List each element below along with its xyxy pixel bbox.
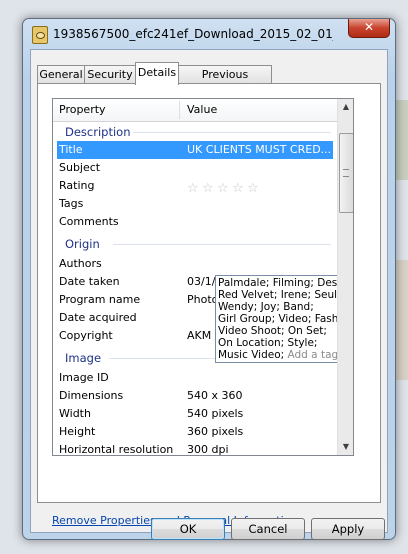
group-description: Description — [65, 125, 131, 139]
scroll-up-arrow-icon[interactable]: ▲ — [338, 99, 353, 115]
property-name: Rating — [59, 179, 95, 192]
property-row-image-id[interactable]: Image ID — [53, 369, 337, 387]
background-strip — [394, 260, 408, 380]
property-name: Date acquired — [59, 311, 137, 324]
property-name: Image ID — [59, 371, 109, 384]
property-name: Comments — [59, 215, 119, 228]
scrollbar-thumb[interactable] — [339, 133, 353, 213]
background-strip — [394, 100, 408, 180]
title-bar[interactable]: 1938567500_efc241ef_Download_2015_02_01_… — [23, 19, 395, 49]
property-row-rating[interactable]: Rating ☆ ☆ ☆ ☆ ☆ — [53, 177, 337, 195]
property-name: Height — [59, 425, 96, 438]
property-row-authors[interactable]: Authors — [53, 255, 337, 273]
property-row-dimensions[interactable]: Dimensions 540 x 360 — [53, 387, 337, 405]
star-icon[interactable]: ☆ — [217, 182, 230, 195]
ok-button[interactable]: OK — [151, 518, 225, 540]
column-header-property[interactable]: Property — [59, 103, 106, 116]
property-name: Title — [59, 143, 83, 156]
property-name: Dimensions — [59, 389, 124, 402]
star-icon[interactable]: ☆ — [187, 182, 200, 195]
tag-line: Palmdale; Filming; Desert; — [218, 277, 354, 289]
property-row-width[interactable]: Width 540 pixels — [53, 405, 337, 423]
scroll-down-arrow-icon[interactable]: ▼ — [338, 439, 353, 455]
add-tag-input[interactable]: Add a tag — [288, 349, 339, 361]
close-button[interactable]: ✕ — [348, 19, 390, 38]
property-row-horizontal-resolution[interactable]: Horizontal resolution 300 dpi — [53, 441, 337, 456]
property-row-height[interactable]: Height 360 pixels — [53, 423, 337, 441]
column-header-value[interactable]: Value — [187, 103, 217, 116]
column-divider[interactable] — [179, 101, 180, 119]
group-divider — [113, 244, 331, 245]
property-name: Authors — [59, 257, 102, 270]
property-name: Subject — [59, 161, 101, 174]
star-icon[interactable]: ☆ — [202, 182, 215, 195]
tab-security[interactable]: Security — [84, 65, 136, 84]
property-value: 300 dpi — [187, 443, 229, 456]
tags-editor[interactable]: Palmdale; Filming; Desert; Red Velvet; I… — [215, 275, 354, 363]
tag-line: Red Velvet; Irene; Seulgi; — [218, 289, 351, 301]
property-name: Date taken — [59, 275, 120, 288]
dialog-body: General Security Details Previous Versio… — [30, 49, 388, 540]
tag-line: Wendy; Joy; Band; — [218, 301, 314, 313]
tag-line: On Location; Style; — [218, 337, 318, 349]
property-name: Program name — [59, 293, 141, 306]
apply-button[interactable]: Apply — [311, 518, 385, 540]
tab-previous-versions[interactable]: Previous Versions — [178, 65, 272, 99]
tag-text: Music Video; — [218, 349, 285, 361]
vertical-scrollbar[interactable]: ▲ ▼ — [337, 99, 353, 455]
property-row-tags[interactable]: Tags — [53, 195, 337, 213]
photo-file-icon — [32, 26, 48, 44]
tag-line: Music Video; Add a tag — [218, 349, 353, 361]
cancel-button[interactable]: Cancel — [231, 518, 305, 540]
property-list[interactable]: Property Value Description Title UK CLIE… — [52, 98, 354, 456]
window-title: 1938567500_efc241ef_Download_2015_02_01_… — [53, 27, 333, 41]
tab-details[interactable]: Details — [135, 62, 179, 85]
tag-line: Video Shoot; On Set; — [218, 325, 327, 337]
tab-general[interactable]: General — [37, 65, 85, 84]
property-value: 360 pixels — [187, 425, 244, 438]
property-name: Copyright — [59, 329, 113, 342]
property-value: UK CLIENTS MUST CRED... — [187, 143, 332, 156]
property-value: 540 pixels — [187, 407, 244, 420]
property-row-title[interactable]: Title UK CLIENTS MUST CRED... — [57, 141, 333, 159]
details-panel: Property Value Description Title UK CLIE… — [37, 83, 381, 527]
property-value: 540 x 360 — [187, 389, 243, 402]
group-origin: Origin — [65, 237, 100, 251]
group-divider — [133, 132, 331, 133]
property-row-comments[interactable]: Comments — [53, 213, 337, 231]
star-icon[interactable]: ☆ — [247, 182, 260, 195]
group-image: Image — [65, 351, 102, 365]
list-header: Property Value — [53, 99, 353, 122]
property-name: Width — [59, 407, 91, 420]
property-name: Tags — [59, 197, 84, 210]
tag-line: Girl Group; Video; Fashion; — [218, 313, 354, 325]
star-icon[interactable]: ☆ — [232, 182, 245, 195]
property-name: Horizontal resolution — [59, 443, 174, 456]
properties-window: 1938567500_efc241ef_Download_2015_02_01_… — [22, 18, 396, 540]
property-row-subject[interactable]: Subject — [53, 159, 337, 177]
